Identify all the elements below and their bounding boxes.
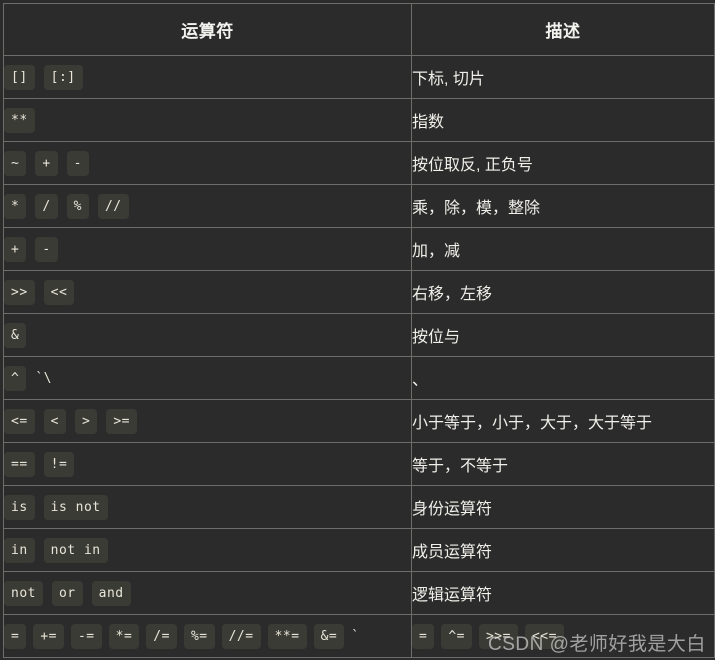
operator-cell: >> << (3, 270, 412, 314)
operator-chip: ^= (441, 623, 472, 649)
operator-cell: [] [:] (3, 55, 412, 99)
operator-cell: * /% // (3, 184, 412, 228)
operator-cell: in not in (3, 528, 412, 572)
operator-cell: + - (3, 227, 412, 271)
operator-chip: >>= (478, 623, 518, 649)
operator-cell: ^ `\ (3, 356, 412, 400)
operator-chip: + (4, 236, 27, 262)
operator-chip: /= (146, 623, 177, 649)
table-row: == != 等于，不等于 (3, 442, 715, 486)
operator-chip: -= (70, 623, 102, 649)
operator-plain-text: `\ (35, 370, 52, 386)
operator-chip: *= (108, 623, 140, 649)
operator-chip: [] (4, 64, 35, 90)
operator-cell: = += -= *=/= %=//= **= &= ` (3, 614, 412, 658)
description-cell: 等于，不等于 (411, 442, 715, 486)
operator-chip: += (33, 623, 64, 649)
table-row: in not in 成员运算符 (3, 528, 715, 572)
table-row: >> << 右移，左移 (3, 270, 715, 314)
operator-chip: >= (106, 408, 137, 434)
operator-chip: [:] (43, 64, 83, 90)
table-row: ^ `\ 、 (3, 356, 715, 400)
description-cell: 小于等于，小于，大于，大于等于 (411, 399, 715, 443)
operator-chip: != (43, 451, 75, 477)
operator-chip: in (4, 537, 35, 563)
operator-cell: ~ + - (3, 141, 412, 185)
operator-chip: - (35, 236, 58, 262)
description-cell: 右移，左移 (411, 270, 715, 314)
table-row: ~ + - 按位取反, 正负号 (3, 141, 715, 185)
operator-chip: * (4, 193, 27, 219)
description-cell: 成员运算符 (411, 528, 715, 572)
description-cell: 按位取反, 正负号 (411, 141, 715, 185)
operator-chip: is (4, 494, 35, 520)
operator-chip: >> (4, 279, 35, 305)
operator-chip: / (35, 193, 58, 219)
table-row: ** 指数 (3, 98, 715, 142)
operator-chip: > (74, 408, 98, 434)
table-row: is is not 身份运算符 (3, 485, 715, 529)
description-cell: 指数 (411, 98, 715, 142)
operator-chip: ^ (4, 365, 27, 391)
operator-cell: <= < > >= (3, 399, 412, 443)
python-operator-precedence-table: 运算符 描述 [] [:] 下标, 切片 ** 指数 ~ + - 按位取反, 正负号 * /%//乘… (3, 3, 715, 658)
table-header: 运算符 描述 (3, 3, 715, 56)
table-row: [] [:] 下标, 切片 (3, 55, 715, 99)
operator-chip: and (91, 580, 131, 606)
operator-chip: == (4, 451, 35, 477)
operator-chip: //= (221, 623, 261, 649)
description-cell: = ^= >>= <<= (411, 614, 715, 658)
operator-cell: not or and (3, 571, 412, 615)
description-cell: 身份运算符 (411, 485, 715, 529)
operator-chip: % (66, 193, 89, 219)
operator-chip: <<= (524, 623, 564, 649)
operator-chip: is not (43, 494, 108, 520)
description-cell: 按位与 (411, 313, 715, 357)
header-row: 运算符 描述 (3, 3, 715, 56)
header-description: 描述 (411, 3, 715, 56)
description-cell: 乘，除，模，整除 (411, 184, 715, 228)
table-row: not or and 逻辑运算符 (3, 571, 715, 615)
operator-chip: %= (183, 623, 215, 649)
table-row: <= < > >= 小于等于，小于，大于，大于等于 (3, 399, 715, 443)
description-cell: 加，减 (411, 227, 715, 271)
operator-chip: **= (267, 623, 307, 649)
table-row: & 按位与 (3, 313, 715, 357)
operator-chip: not (4, 580, 43, 606)
operator-chip: ~ (4, 150, 27, 176)
table-row: * /% // 乘，除，模，整除 (3, 184, 715, 228)
operator-cell: is is not (3, 485, 412, 529)
operator-chip: = (4, 623, 27, 649)
header-operator: 运算符 (3, 3, 412, 56)
table-body: [] [:] 下标, 切片 ** 指数 ~ + - 按位取反, 正负号 * /%//乘，除，模，整除… (3, 55, 715, 658)
operator-cell: & (3, 313, 412, 357)
operator-chip: - (66, 150, 89, 176)
operator-cell: == != (3, 442, 412, 486)
operator-chip: &= (313, 623, 345, 649)
operator-chip: // (97, 193, 129, 219)
table-row: + - 加，减 (3, 227, 715, 271)
page-root: 运算符 描述 [] [:] 下标, 切片 ** 指数 ~ + - 按位取反, 正负号 * /%//乘… (0, 3, 715, 660)
operator-chip: ** (4, 107, 35, 133)
description-cell: 逻辑运算符 (411, 571, 715, 615)
operator-plain-text: ` (351, 628, 360, 644)
operator-chip: & (4, 322, 27, 348)
description-cell: 、 (411, 356, 715, 400)
operator-chip: < (43, 408, 66, 434)
operator-chip: + (35, 150, 58, 176)
table-row-assignment: = += -= *=/= %=//= **= &= ` = ^= >>= <<= (3, 614, 715, 658)
operator-cell: ** (3, 98, 412, 142)
operator-chip: << (43, 279, 75, 305)
description-cell: 下标, 切片 (411, 55, 715, 99)
operator-chip: or (51, 580, 83, 606)
operator-chip: <= (4, 408, 35, 434)
operator-chip: not in (43, 537, 108, 563)
operator-chip: = (412, 623, 435, 649)
